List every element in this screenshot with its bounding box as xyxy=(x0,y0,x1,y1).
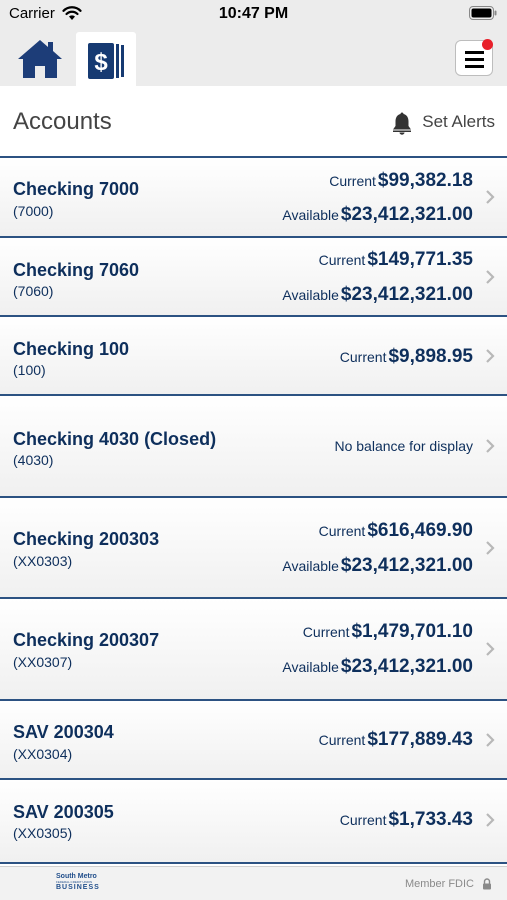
current-label: Current xyxy=(339,349,387,365)
account-row[interactable]: Checking 200307 (XX0307) Current $1,479,… xyxy=(0,599,507,701)
available-label: Available xyxy=(282,207,339,223)
available-label: Available xyxy=(282,558,339,574)
account-number: (XX0303) xyxy=(13,553,73,569)
current-label: Current xyxy=(302,624,350,640)
no-balance-text: No balance for display xyxy=(334,438,473,454)
current-balance: Current $177,889.43 xyxy=(319,729,473,751)
current-amount: $9,898.95 xyxy=(388,346,473,367)
available-amount: $23,412,321.00 xyxy=(340,555,473,576)
chevron-right-icon xyxy=(486,349,495,363)
account-row[interactable]: Checking 4030 (Closed) (4030) No balance… xyxy=(0,396,507,498)
account-name: Checking 7000 xyxy=(13,179,140,199)
lock-icon xyxy=(483,878,491,890)
current-label: Current xyxy=(318,252,366,268)
account-name: Checking 200307 xyxy=(13,630,160,650)
account-number: (7060) xyxy=(13,283,54,299)
account-row[interactable]: SAV 200304 (XX0304) Current $177,889.43 xyxy=(0,701,507,780)
home-tab[interactable] xyxy=(16,38,72,84)
hamburger-menu-icon xyxy=(465,51,484,72)
status-time: 10:47 PM xyxy=(218,5,289,22)
footer: South Metro FEDERAL CREDIT UNION BUSINES… xyxy=(0,866,507,900)
current-balance: Current $1,479,701.10 xyxy=(303,621,473,643)
current-balance: Current $616,469.90 xyxy=(319,520,473,542)
chevron-right-icon xyxy=(486,642,495,656)
accounts-tab[interactable]: $ xyxy=(76,32,136,86)
account-number: (4030) xyxy=(13,452,54,468)
home-icon xyxy=(18,40,62,78)
chevron-right-icon xyxy=(486,270,495,284)
account-name: Checking 4030 (Closed) xyxy=(13,429,217,449)
current-amount: $149,771.35 xyxy=(367,249,473,270)
south-metro-logo: South Metro FEDERAL CREDIT UNION BUSINES… xyxy=(56,873,106,897)
available-balance: Available $23,412,321.00 xyxy=(282,284,473,306)
member-fdic-label: Member FDIC xyxy=(404,878,474,890)
account-number: (XX0307) xyxy=(13,654,73,670)
current-amount: $1,479,701.10 xyxy=(351,621,473,642)
account-row[interactable]: Checking 200303 (XX0303) Current $616,46… xyxy=(0,498,507,599)
chevron-right-icon xyxy=(486,439,495,453)
logo-line-3: BUSINESS xyxy=(56,884,100,891)
chevron-right-icon xyxy=(486,190,495,204)
available-balance: Available $23,412,321.00 xyxy=(282,656,473,678)
account-name: SAV 200304 xyxy=(13,722,114,742)
available-amount: $23,412,321.00 xyxy=(340,284,473,305)
current-label: Current xyxy=(318,523,366,539)
available-balance: Available $23,412,321.00 xyxy=(282,204,473,226)
page-header: Accounts Set Alerts xyxy=(0,86,507,158)
chevron-right-icon xyxy=(486,733,495,747)
available-amount: $23,412,321.00 xyxy=(340,656,473,677)
current-label: Current xyxy=(329,173,376,189)
current-balance: Current $149,771.35 xyxy=(319,249,473,271)
page-title: Accounts xyxy=(13,108,112,135)
account-number: (XX0304) xyxy=(13,746,73,762)
chevron-right-icon xyxy=(486,541,495,555)
available-balance: Available $23,412,321.00 xyxy=(282,555,473,577)
account-row[interactable]: Checking 100 (100) Current $9,898.95 xyxy=(0,317,507,396)
current-label: Current xyxy=(318,732,366,748)
account-name: Checking 7060 xyxy=(13,260,140,280)
current-amount: $177,889.43 xyxy=(367,729,473,750)
account-row[interactable]: Checking 7060 (7060) Current $149,771.35… xyxy=(0,238,507,317)
svg-text:$: $ xyxy=(94,49,108,76)
chevron-right-icon xyxy=(486,813,495,827)
account-name: SAV 200305 xyxy=(13,802,114,822)
current-balance: Current $9,898.95 xyxy=(340,346,473,368)
current-balance: Current $1,733.43 xyxy=(340,809,473,831)
available-amount: $23,412,321.00 xyxy=(340,204,473,225)
account-name: Checking 200303 xyxy=(13,529,160,549)
current-label: Current xyxy=(339,812,387,828)
account-number: (7000) xyxy=(13,203,54,219)
account-number: (100) xyxy=(13,362,46,378)
current-balance: Current $99,382.18 xyxy=(329,170,473,192)
available-label: Available xyxy=(282,659,339,675)
set-alerts-label: Set Alerts xyxy=(422,112,495,131)
current-amount: $1,733.43 xyxy=(388,809,473,830)
battery-icon xyxy=(469,6,497,20)
accounts-list: Checking 7000 (7000) Current $99,382.18 … xyxy=(0,158,507,864)
account-row[interactable]: Checking 7000 (7000) Current $99,382.18 … xyxy=(0,158,507,238)
current-amount: $616,469.90 xyxy=(367,520,473,541)
account-row[interactable]: SAV 200305 (XX0305) Current $1,733.43 xyxy=(0,780,507,864)
account-name: Checking 100 xyxy=(13,339,130,359)
top-nav-bar: $ xyxy=(0,28,507,86)
set-alerts-button[interactable]: Set Alerts xyxy=(393,110,495,135)
bell-icon xyxy=(393,112,412,135)
status-bar: Carrier 10:47 PM xyxy=(0,0,507,28)
logo-line-1: South Metro xyxy=(56,873,97,880)
current-amount: $99,382.18 xyxy=(377,170,473,191)
available-label: Available xyxy=(282,287,339,303)
account-number: (XX0305) xyxy=(13,825,73,841)
notification-badge xyxy=(482,39,493,50)
dollar-cards-icon: $ xyxy=(88,43,124,79)
